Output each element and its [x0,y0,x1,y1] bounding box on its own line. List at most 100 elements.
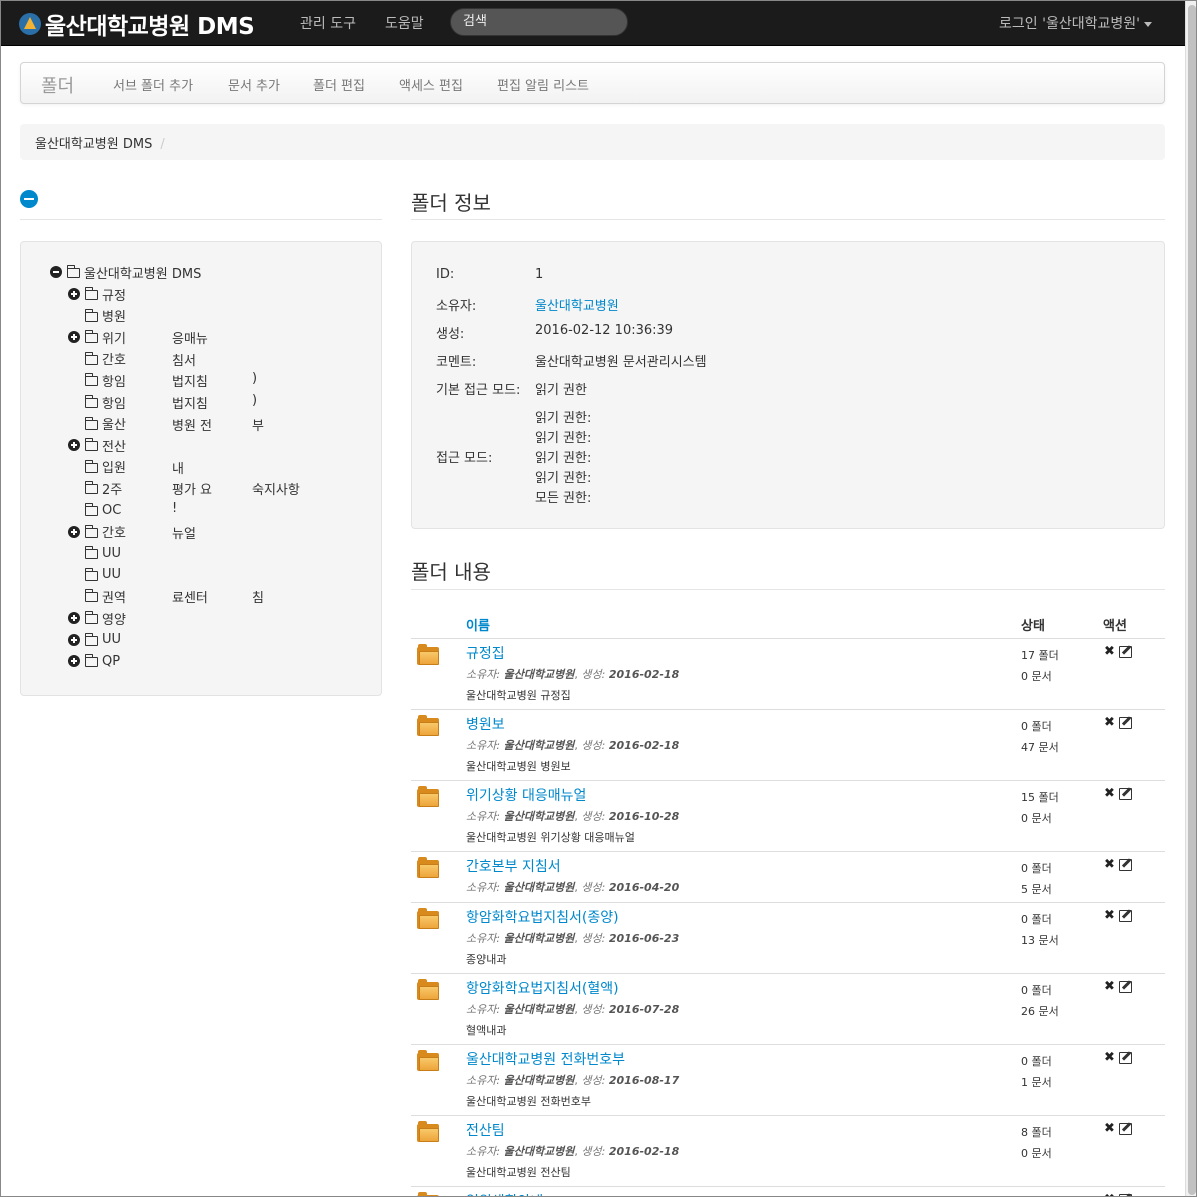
expand-node-icon[interactable] [68,439,80,452]
edit-access-link[interactable]: 액세스 편집 [399,75,463,94]
add-document-link[interactable]: 문서 추가 [228,75,280,94]
folder-name-link[interactable]: 전산팀 [466,1120,505,1140]
tree-node[interactable]: 항임 [68,371,126,390]
owner-value: 울산대학교병원 [503,739,575,752]
folder-name-link[interactable]: 병원보 [466,714,505,734]
folder-icon [85,416,98,430]
tree-node[interactable]: 울산 [68,415,126,433]
delete-icon[interactable]: ✖ [1104,980,1115,994]
owner-value: 울산대학교병원 [503,932,575,945]
scrollbar-thumb[interactable] [1188,5,1196,1195]
breadcrumb-root[interactable]: 울산대학교병원 DMS [35,137,152,152]
delete-icon[interactable]: ✖ [1104,716,1115,730]
edit-icon[interactable] [1118,1123,1132,1135]
document-count: 26 문서 [1021,1005,1059,1018]
tree-node[interactable]: 간호 [68,350,126,368]
subfolder-count: 15 폴더 [1021,791,1059,804]
tree-node[interactable]: UU [68,566,121,584]
tree-node[interactable]: 병원 [68,307,126,325]
folder-icon [85,287,98,300]
tree-node[interactable]: 항임 [68,393,126,412]
delete-icon[interactable]: ✖ [1104,787,1115,801]
folder-icon [85,373,98,387]
brand-title: 울산대학교병원 DMS [45,14,255,40]
tree-label-fragment: 침 [252,591,264,607]
edit-icon[interactable] [1118,859,1132,871]
folder-name-link[interactable]: 항암화학요법지침서(혈액) [466,978,619,998]
divider [411,589,1165,590]
edit-icon[interactable] [1118,717,1132,729]
search-input[interactable]: 검색 [450,8,628,36]
expand-node-icon[interactable] [68,288,80,300]
tree-node[interactable]: 규정 [68,285,126,304]
tree-node[interactable]: UU [68,544,121,562]
collapse-tree-icon[interactable] [20,190,38,208]
folder-name-link[interactable]: 위기상황 대응매뉴얼 [466,785,586,805]
nav-admin-tools[interactable]: 관리 도구 [300,13,356,33]
folder-name-link[interactable]: 입원생활안내 [466,1191,543,1196]
tree-node[interactable]: 영양 [68,609,126,628]
folder-name-link[interactable]: 항암화학요법지침서(종양) [466,907,619,927]
tree-node[interactable]: UU [68,631,121,649]
user-menu[interactable]: 로그인 '울산대학교병원' [999,13,1152,33]
owner-link[interactable]: 울산대학교병원 [535,295,619,314]
column-header-action: 액션 [1103,619,1127,634]
row-actions: ✖ [1104,1122,1132,1136]
delete-icon[interactable]: ✖ [1104,1193,1115,1197]
expand-node-icon[interactable] [68,655,80,668]
folder-name-link[interactable]: 간호본부 지침서 [466,856,561,876]
tree-node[interactable]: 위기 [68,328,126,347]
tree-node[interactable]: 권역 [68,587,126,606]
delete-icon[interactable]: ✖ [1104,1122,1115,1136]
owner-label: 소유자: [466,1003,501,1016]
delete-icon[interactable]: ✖ [1104,858,1115,872]
tree-node[interactable]: 간호 [68,523,126,541]
folder-name-link[interactable]: 울산대학교병원 전화번호부 [466,1049,625,1069]
expand-node-icon[interactable] [68,633,80,646]
edit-icon[interactable] [1118,788,1132,800]
tree-label-fragment: ) [252,371,258,387]
document-count: 0 문서 [1021,1147,1052,1160]
tree-node[interactable]: OC [68,501,121,519]
owner-label: 소유자: [466,1145,501,1158]
edit-folder-link[interactable]: 폴더 편집 [313,75,365,94]
delete-icon[interactable]: ✖ [1104,645,1115,659]
folder-name-link[interactable]: 규정집 [466,643,505,663]
folder-icon [417,908,439,929]
id-value: 1 [535,267,544,282]
nav-help[interactable]: 도움말 [385,13,424,33]
column-header-name[interactable]: 이름 [466,615,490,634]
tree-node[interactable]: 전산 [68,436,126,455]
expand-node-icon[interactable] [68,331,80,344]
vertical-scrollbar[interactable] [1185,1,1196,1196]
access-entry: 읽기 권한: [535,471,592,486]
folder-info-heading: 폴더 정보 [411,191,491,215]
edit-icon[interactable] [1118,1052,1132,1064]
edit-icon[interactable] [1118,646,1132,658]
tree-label: UU [102,632,122,648]
created-label: 생성: [581,668,606,681]
expand-node-icon[interactable] [68,525,80,538]
edit-icon[interactable] [1118,981,1132,993]
delete-icon[interactable]: ✖ [1104,1051,1115,1065]
delete-icon[interactable]: ✖ [1104,909,1115,923]
caret-down-icon [1143,21,1152,27]
tree-node[interactable]: 입원 [68,458,126,476]
edit-icon[interactable] [1118,910,1132,922]
table-row: 위기상황 대응매뉴얼 소유자: 울산대학교병원, 생성: 2016-10-28 울산… [411,780,1165,851]
edit-notify-list-link[interactable]: 편집 알림 리스트 [497,75,589,94]
folder-icon [67,265,80,278]
owner-value: 울산대학교병원 [503,1003,575,1016]
tree-label-fragment: 료센터 [172,591,208,607]
collapse-node-icon[interactable] [50,266,62,278]
tree-root[interactable]: 울산대학교병원 DMS [50,263,201,282]
row-actions: ✖ [1104,909,1132,923]
brand[interactable]: 울산대학교병원 DMS [19,9,255,40]
expand-node-icon[interactable] [68,612,80,624]
tree-node[interactable]: QP [68,652,120,670]
user-menu-label: 로그인 '울산대학교병원' [999,16,1140,32]
row-meta: 소유자: 울산대학교병원, 생성: 2016-02-18 [466,739,680,752]
owner-label: 소유자: [466,668,501,681]
tree-node[interactable]: 2주 [68,479,122,498]
add-subfolder-link[interactable]: 서브 폴더 추가 [113,75,193,94]
